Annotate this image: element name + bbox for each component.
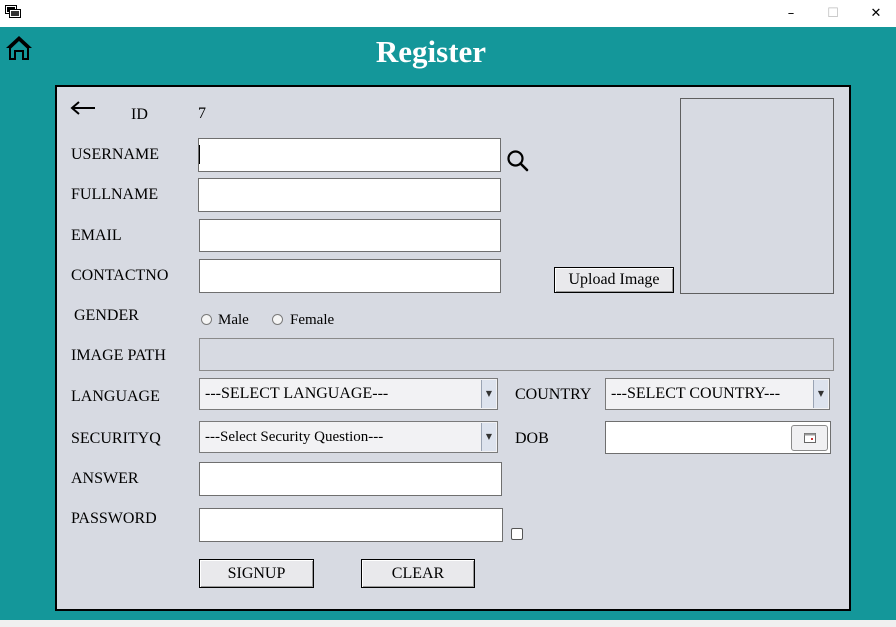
close-button[interactable]: ✕ xyxy=(856,0,896,27)
password-input[interactable] xyxy=(199,508,503,542)
male-label[interactable]: Male xyxy=(218,311,249,329)
female-radio[interactable] xyxy=(272,314,283,325)
calendar-icon xyxy=(804,433,816,443)
language-label: LANGUAGE xyxy=(71,388,160,405)
securityq-selected: ---Select Security Question--- xyxy=(205,429,384,445)
country-label: COUNTRY xyxy=(515,386,592,403)
female-label[interactable]: Female xyxy=(290,311,334,329)
answer-label: ANSWER xyxy=(71,470,139,487)
email-input[interactable] xyxy=(199,219,501,252)
upload-image-button[interactable]: Upload Image xyxy=(554,267,674,293)
id-label: ID xyxy=(131,106,148,123)
image-path-label: IMAGE PATH xyxy=(71,347,166,364)
page-title: Register xyxy=(375,34,487,69)
window-titlebar: – ☐ ✕ xyxy=(0,0,896,27)
dob-label: DOB xyxy=(515,430,549,447)
fullname-input[interactable] xyxy=(198,178,501,212)
language-select[interactable]: ---SELECT LANGUAGE--- ▼ xyxy=(199,378,498,410)
gender-label: GENDER xyxy=(74,307,139,324)
securityq-label: SECURITYQ xyxy=(71,430,161,447)
calendar-button[interactable] xyxy=(791,425,828,451)
chevron-down-icon[interactable]: ▼ xyxy=(481,380,496,408)
app-icon xyxy=(5,5,21,18)
minimize-button[interactable]: – xyxy=(771,0,811,27)
fullname-label: FULLNAME xyxy=(71,186,159,203)
password-label: PASSWORD xyxy=(71,510,157,527)
bottom-strip xyxy=(0,620,896,627)
id-value: 7 xyxy=(198,105,206,122)
answer-input[interactable] xyxy=(199,462,502,496)
chevron-down-icon[interactable]: ▼ xyxy=(481,423,496,451)
signup-button[interactable]: SIGNUP xyxy=(199,559,314,588)
username-input[interactable] xyxy=(198,138,501,172)
securityq-select[interactable]: ---Select Security Question--- ▼ xyxy=(199,421,498,453)
back-arrow-icon[interactable] xyxy=(70,100,96,116)
search-icon[interactable] xyxy=(506,149,530,173)
contactno-label: CONTACTNO xyxy=(71,267,169,284)
chevron-down-icon[interactable]: ▼ xyxy=(813,380,828,408)
image-preview xyxy=(680,98,834,294)
image-path-input xyxy=(199,338,834,371)
maximize-button[interactable]: ☐ xyxy=(813,0,853,27)
text-caret xyxy=(199,145,200,164)
language-selected: ---SELECT LANGUAGE--- xyxy=(205,385,389,402)
username-label: USERNAME xyxy=(71,146,160,163)
country-select[interactable]: ---SELECT COUNTRY--- ▼ xyxy=(605,378,830,410)
clear-button[interactable]: CLEAR xyxy=(361,559,475,588)
male-radio[interactable] xyxy=(201,314,212,325)
country-selected: ---SELECT COUNTRY--- xyxy=(611,385,781,402)
show-password-checkbox[interactable] xyxy=(511,528,523,540)
email-label: EMAIL xyxy=(71,227,122,244)
contactno-input[interactable] xyxy=(199,259,501,293)
